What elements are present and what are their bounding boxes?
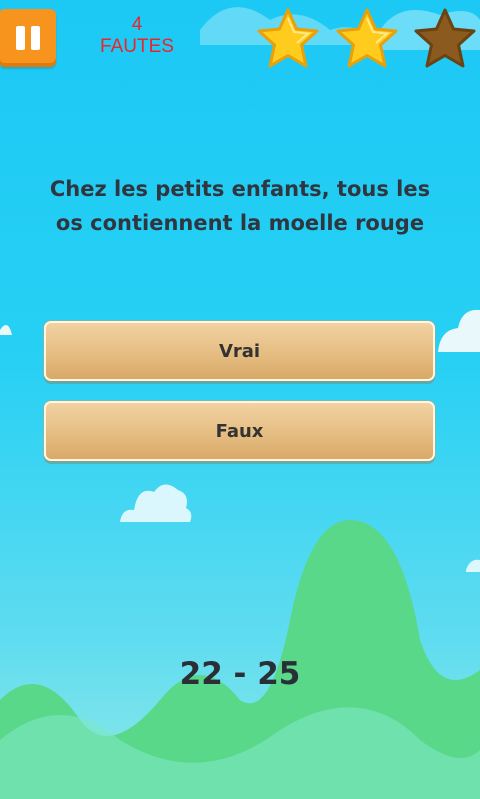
question-line-2: os contiennent la moelle rouge xyxy=(55,211,425,235)
star-icon xyxy=(336,8,398,68)
cloud xyxy=(466,559,480,572)
question-text: Chez les petits enfants, tous les os con… xyxy=(30,172,450,240)
answer-button-false[interactable]: Faux xyxy=(44,401,435,461)
cloud xyxy=(438,309,480,352)
pause-icon xyxy=(31,26,40,50)
star-icon xyxy=(414,8,476,68)
cloud xyxy=(120,484,192,522)
answer-button-true[interactable]: Vrai xyxy=(44,321,435,381)
fault-label: FAUTES xyxy=(100,36,174,57)
score-display: 22 - 25 xyxy=(179,656,301,692)
pause-button[interactable] xyxy=(0,9,56,67)
fault-count: 4 xyxy=(131,14,143,35)
pause-icon xyxy=(16,26,25,50)
star-icon xyxy=(257,8,319,68)
star-empty-3 xyxy=(412,6,478,72)
cloud xyxy=(0,325,12,335)
question-line-1: Chez les petits enfants, tous les xyxy=(49,177,431,201)
fault-counter: 4 FAUTES xyxy=(82,14,192,58)
star-earned-1 xyxy=(255,6,321,72)
star-earned-2 xyxy=(334,6,400,72)
